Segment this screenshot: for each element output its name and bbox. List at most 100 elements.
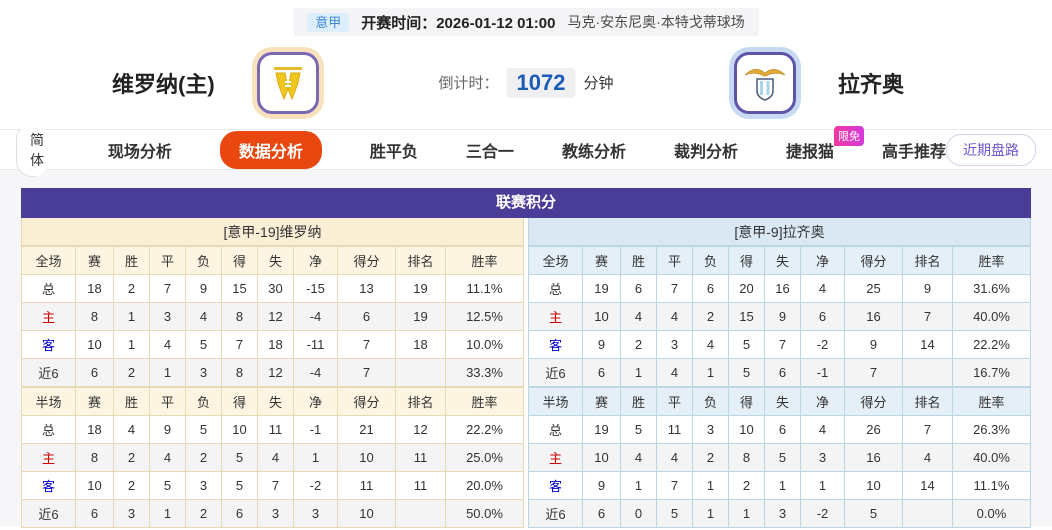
stat-cell: 12 [395, 415, 446, 444]
stat-cell: 16.7% [952, 358, 1031, 387]
column-header: 得 [728, 387, 765, 416]
stat-cell: 11 [656, 415, 693, 444]
nav-tab[interactable]: 裁判分析 [674, 138, 738, 162]
table-row: 总 19 6 7 6 20 16 4 25 9 31.6% [528, 274, 1031, 303]
standings-table-half: 半场赛胜平负得失净得分 排名 胜率总 18 4 9 5 10 11 -1 21 12 22.2% 主 8 2 4… [21, 387, 524, 528]
column-header: 得分 [844, 246, 903, 275]
stat-cell: 7 [337, 358, 396, 387]
stat-cell: 1 [620, 471, 657, 500]
column-header: 得 [221, 246, 258, 275]
stat-cell: 11.1% [445, 274, 524, 303]
kickoff-time: 开赛时间：2026-01-12 01:00 [361, 12, 555, 33]
stat-cell: 6 [75, 358, 114, 387]
nav-tab[interactable]: 三合一 [466, 138, 514, 162]
stat-cell: 31.6% [952, 274, 1031, 303]
stat-cell: 2 [113, 358, 150, 387]
stat-cell: 15 [221, 274, 258, 303]
stat-cell: 3 [257, 499, 294, 528]
column-header: 胜率 [445, 387, 524, 416]
nav-tab[interactable]: 教练分析 [562, 138, 626, 162]
stat-cell: 4 [656, 443, 693, 472]
stat-cell: 2 [113, 471, 150, 500]
nav-tab[interactable]: 捷报猫 限免 [786, 125, 864, 162]
row-label: 总 [528, 415, 583, 444]
column-header: 净 [293, 387, 338, 416]
row-label: 主 [528, 302, 583, 331]
countdown-label: 倒计时： [438, 75, 499, 92]
stat-cell: 4 [800, 274, 845, 303]
nav-tab[interactable]: 数据分析 [219, 130, 322, 169]
stat-cell: 7 [257, 471, 294, 500]
stat-cell: 16 [844, 302, 903, 331]
stat-cell: 18 [257, 330, 294, 359]
stat-cell: 9 [582, 471, 621, 500]
stat-cell: 10 [75, 330, 114, 359]
stat-cell: 10 [75, 471, 114, 500]
stat-cell: 8 [221, 302, 258, 331]
lang-simplified[interactable]: 简体 [16, 122, 48, 177]
nav-tab[interactable]: 高手推荐 [882, 138, 946, 162]
stat-cell: -4 [293, 302, 338, 331]
stat-cell: 10 [728, 415, 765, 444]
stat-cell: 5 [764, 443, 801, 472]
stat-cell: 6 [221, 499, 258, 528]
table-row: 客 9 1 7 1 2 1 1 10 14 11.1% [528, 471, 1031, 500]
stat-cell: 22.2% [445, 415, 524, 444]
stat-cell: 5 [844, 499, 903, 528]
row-label: 总 [21, 274, 76, 303]
stat-cell: 4 [257, 443, 294, 472]
table-row: 主 8 1 3 4 8 12 -4 6 19 12.5% [21, 302, 524, 331]
stat-cell: 9 [582, 330, 621, 359]
stat-cell: 5 [185, 330, 222, 359]
stat-cell: 10 [582, 302, 621, 331]
stat-cell: 9 [902, 274, 953, 303]
column-header: 胜率 [445, 246, 524, 275]
column-header: 赛 [582, 387, 621, 416]
stat-cell: 10 [844, 471, 903, 500]
stat-cell: 18 [75, 415, 114, 444]
stat-cell: 2 [185, 499, 222, 528]
stat-cell: 26 [844, 415, 903, 444]
stat-cell: 1 [764, 471, 801, 500]
column-header: 胜 [620, 387, 657, 416]
stat-cell: 1 [800, 471, 845, 500]
stat-cell: 8 [728, 443, 765, 472]
language-toggle: 简体 繁体 [16, 122, 48, 177]
column-header: 赛 [75, 246, 114, 275]
row-label: 客 [528, 330, 583, 359]
stat-cell: 2 [113, 274, 150, 303]
column-header: 得分 [337, 246, 396, 275]
column-header: 胜率 [952, 246, 1031, 275]
home-standings-header: [意甲-19]维罗纳 [21, 218, 524, 246]
home-standings-side: [意甲-19]维罗纳 全场赛胜平负得失净得分 排名 胜率总 18 2 7 9 15 30 -15 1… [21, 218, 524, 528]
row-label: 总 [528, 274, 583, 303]
table-row: 客 10 1 4 5 7 18 -11 7 18 10.0% [21, 330, 524, 359]
table-row: 主 10 4 4 2 15 9 6 16 7 40.0% [528, 302, 1031, 331]
row-label: 近6 [528, 358, 583, 387]
nav-tab[interactable]: 胜平负 [370, 138, 418, 162]
stat-cell: 5 [728, 330, 765, 359]
column-header: 失 [764, 387, 801, 416]
stat-cell: 7 [844, 358, 903, 387]
column-header: 负 [692, 246, 729, 275]
stat-cell: 9 [185, 274, 222, 303]
stat-cell: 7 [656, 471, 693, 500]
stat-cell: 2 [113, 443, 150, 472]
column-header: 排名 [395, 246, 446, 275]
standings-table-full: 全场赛胜平负得失净得分 排名 胜率总 18 2 7 9 15 30 -15 13 19 11.1% 主 8 1… [21, 246, 524, 387]
top-info-bar: 意甲 开赛时间：2026-01-12 01:00 马克·安东尼奥·本特戈蒂球场 [0, 0, 1052, 36]
home-team-name: 维罗纳(主) [112, 71, 215, 97]
stat-cell: 0.0% [952, 499, 1031, 528]
stat-cell: 6 [620, 274, 657, 303]
nav-tab[interactable]: 现场分析 [108, 138, 172, 162]
away-team-name: 拉齐奥 [837, 71, 904, 97]
recent-trends-button[interactable]: 近期盘路 [946, 133, 1036, 166]
stat-cell: 8 [221, 358, 258, 387]
table-row: 近6 6 1 4 1 5 6 -1 7 16.7% [528, 358, 1031, 387]
row-label: 主 [21, 302, 76, 331]
away-standings-header: [意甲-9]拉齐奥 [528, 218, 1031, 246]
column-header: 失 [257, 246, 294, 275]
stat-cell: 1 [620, 358, 657, 387]
stat-cell: 1 [692, 358, 729, 387]
column-header: 净 [293, 246, 338, 275]
